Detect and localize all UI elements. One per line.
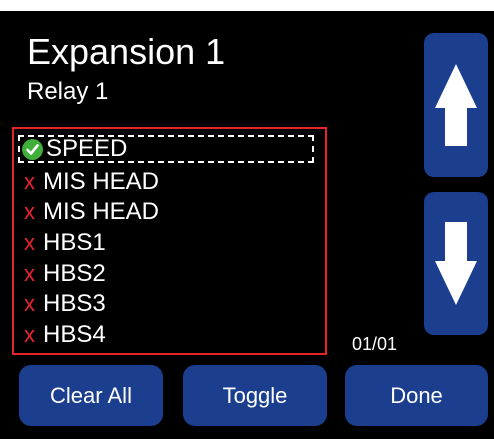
page-subtitle: Relay 1 <box>27 78 109 105</box>
list-item-mis-head-2[interactable]: x MIS HEAD <box>24 197 159 227</box>
x-icon: x <box>24 169 35 194</box>
scroll-down-button[interactable] <box>424 192 488 335</box>
list-item-label: MIS HEAD <box>43 168 160 195</box>
list-item-mis-head[interactable]: x MIS HEAD <box>24 167 159 197</box>
done-button[interactable]: Done <box>345 365 488 426</box>
check-icon <box>22 138 43 160</box>
x-icon: x <box>24 261 35 286</box>
top-bar <box>0 0 494 11</box>
list-item-label: HBS3 <box>43 290 106 317</box>
clear-all-button[interactable]: Clear All <box>19 365 163 426</box>
arrow-down-icon <box>435 222 477 305</box>
list-item-hbs3[interactable]: x HBS3 <box>24 289 106 319</box>
x-icon: x <box>24 322 35 347</box>
page-indicator: 01/01 <box>352 334 398 354</box>
list-item-label: HBS1 <box>43 229 106 256</box>
list-item-label: HBS4 <box>43 321 106 348</box>
list-item-hbs1[interactable]: x HBS1 <box>24 228 106 258</box>
x-icon: x <box>24 291 35 316</box>
arrow-up-icon <box>435 64 477 146</box>
x-icon: x <box>24 199 35 224</box>
scroll-up-button[interactable] <box>424 33 488 177</box>
list-item-hbs4[interactable]: x HBS4 <box>24 320 106 350</box>
list-item-label: SPEED <box>46 135 128 162</box>
list-item-label: MIS HEAD <box>43 198 160 225</box>
list-item-hbs2[interactable]: x HBS2 <box>24 259 106 289</box>
list-item-speed[interactable]: SPEED <box>18 135 314 163</box>
x-icon: x <box>24 230 35 255</box>
page-title: Expansion 1 <box>27 31 226 72</box>
list-item-label: HBS2 <box>43 260 106 287</box>
toggle-button[interactable]: Toggle <box>183 365 327 426</box>
relay-source-list: SPEED x MIS HEAD x MIS HEAD x HBS1 x HBS… <box>12 127 327 355</box>
